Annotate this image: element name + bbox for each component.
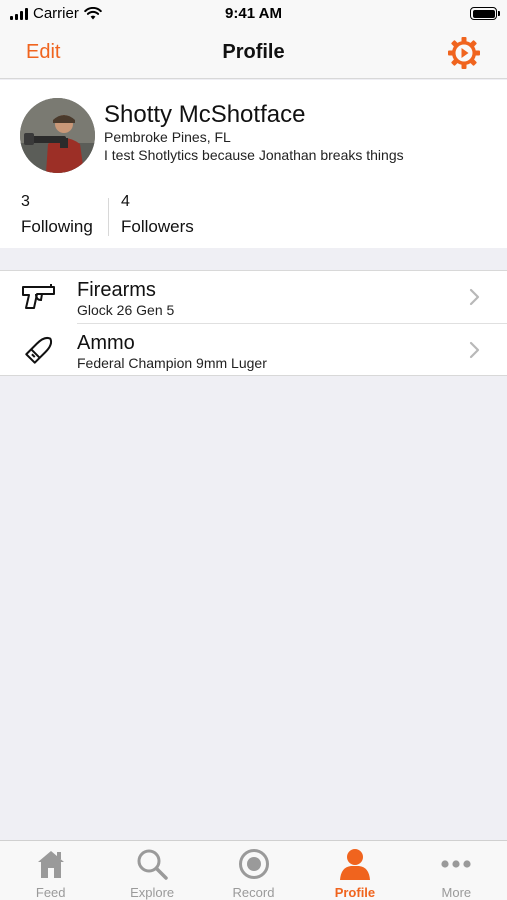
- home-icon: [37, 851, 64, 878]
- profile-location: Pembroke Pines, FL: [104, 129, 231, 145]
- gear-title: Firearms: [77, 279, 156, 301]
- profile-header: Shotty McShotface Pembroke Pines, FL I t…: [0, 80, 507, 248]
- tab-explore[interactable]: Explore: [101, 841, 202, 900]
- gear-list: Firearms Glock 26 Gen 5 Ammo Federal Cha…: [0, 270, 507, 376]
- status-time: 9:41 AM: [225, 5, 282, 22]
- list-item-firearms[interactable]: Firearms Glock 26 Gen 5: [0, 271, 507, 324]
- gear-subtitle: Federal Champion 9mm Luger: [77, 355, 267, 371]
- more-icon: [441, 860, 471, 868]
- followers-count: 4: [121, 193, 130, 210]
- page-title: Profile: [222, 41, 285, 63]
- followers-label: Followers: [121, 217, 194, 236]
- gear-icon[interactable]: [447, 36, 481, 70]
- following-count: 3: [21, 193, 30, 210]
- profile-bio: I test Shotlytics because Jonathan break…: [104, 147, 404, 163]
- gear-subtitle: Glock 26 Gen 5: [77, 302, 175, 318]
- pistol-icon: [22, 284, 55, 309]
- avatar-image: [20, 98, 95, 173]
- tab-record[interactable]: Record: [203, 841, 304, 900]
- chevron-right-icon: [469, 341, 480, 359]
- stat-divider: [108, 198, 109, 236]
- status-bar: Carrier 9:41 AM: [0, 0, 507, 28]
- tab-label: Feed: [35, 885, 66, 900]
- search-icon: [137, 849, 168, 880]
- tab-label: Record: [232, 885, 275, 900]
- followers-stat[interactable]: 4 Followers: [121, 193, 194, 237]
- tab-more[interactable]: More: [406, 841, 507, 900]
- tab-profile[interactable]: Profile: [304, 841, 405, 900]
- tab-label: Profile: [334, 885, 376, 900]
- tab-feed[interactable]: Feed: [0, 841, 101, 900]
- gear-title: Ammo: [77, 332, 135, 354]
- tab-bar: Feed Explore Record Profile More: [0, 840, 507, 900]
- tab-label: Explore: [130, 885, 175, 900]
- navigation-bar: Edit Profile: [0, 28, 507, 79]
- following-stat[interactable]: 3 Following: [21, 193, 93, 237]
- chevron-right-icon: [469, 288, 480, 306]
- avatar[interactable]: [20, 98, 95, 173]
- person-icon: [339, 849, 370, 880]
- list-item-ammo[interactable]: Ammo Federal Champion 9mm Luger: [0, 324, 507, 377]
- battery-icon: [470, 7, 500, 20]
- tab-label: More: [441, 885, 472, 900]
- record-icon: [238, 849, 269, 879]
- following-label: Following: [21, 217, 93, 236]
- profile-name: Shotty McShotface: [104, 101, 306, 128]
- bullet-icon: [25, 336, 53, 364]
